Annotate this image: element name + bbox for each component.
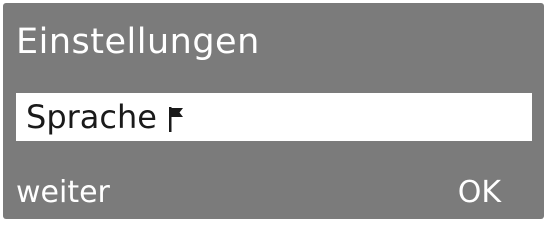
flag-icon: [167, 104, 189, 134]
ok-softkey[interactable]: OK: [458, 173, 501, 213]
settings-screen: Einstellungen Sprache weiter OK: [3, 3, 544, 219]
menu-item-label: Sprache: [26, 98, 157, 136]
menu-item-language[interactable]: Sprache: [16, 93, 532, 141]
next-softkey[interactable]: weiter: [16, 173, 110, 213]
screen-title: Einstellungen: [16, 22, 260, 62]
